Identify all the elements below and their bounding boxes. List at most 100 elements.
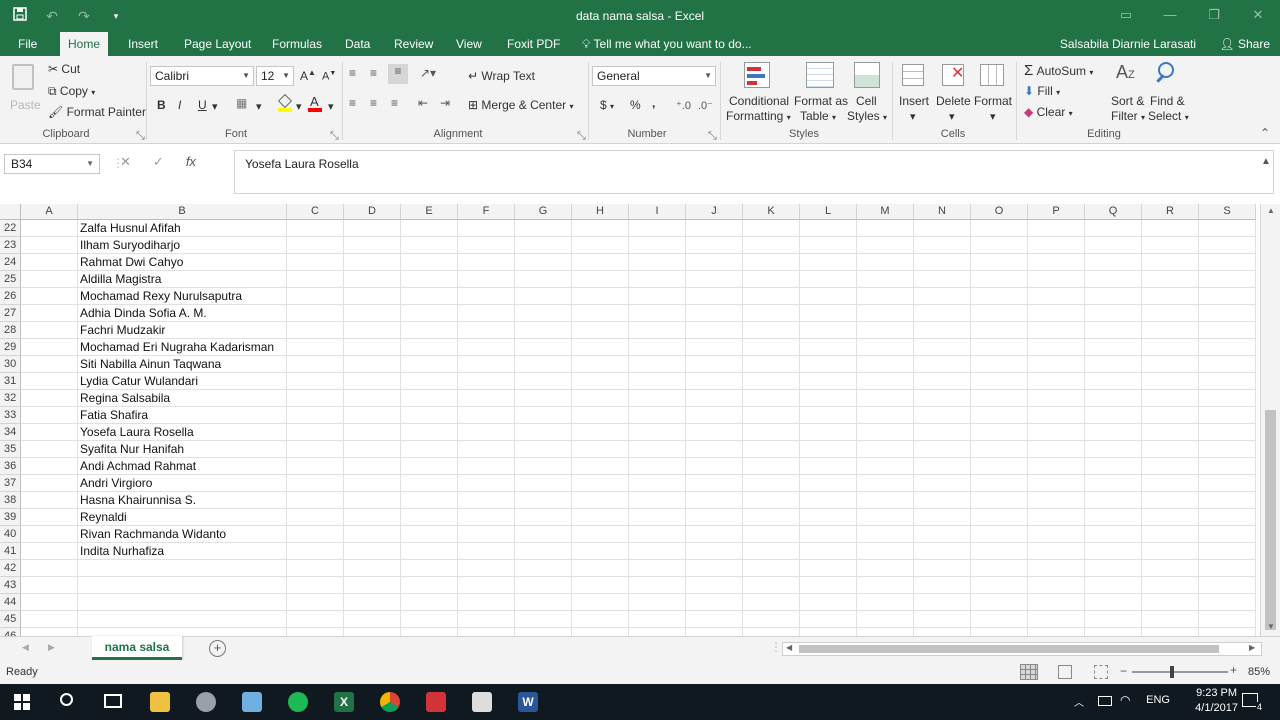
grid-cell[interactable] bbox=[800, 628, 857, 636]
delete-cells-button[interactable]: ✕ Delete ▾ bbox=[934, 60, 972, 124]
grid-cell[interactable] bbox=[800, 254, 857, 271]
grid-cell[interactable] bbox=[401, 628, 458, 636]
select-all-corner[interactable] bbox=[0, 204, 21, 220]
orientation-icon[interactable]: ↗▾ bbox=[420, 66, 436, 80]
grid-cell[interactable] bbox=[857, 509, 914, 526]
grid-cell[interactable] bbox=[515, 322, 572, 339]
name-box[interactable]: B34 ▼ bbox=[4, 154, 100, 174]
grid-cell[interactable] bbox=[1142, 543, 1199, 560]
grid-cell[interactable] bbox=[287, 526, 344, 543]
page-break-view-icon[interactable] bbox=[1094, 665, 1108, 679]
grid-cell[interactable] bbox=[287, 305, 344, 322]
grid-cell[interactable] bbox=[344, 237, 401, 254]
column-header-c[interactable]: C bbox=[287, 204, 344, 220]
grid-cell[interactable] bbox=[1028, 237, 1085, 254]
name-cell[interactable]: Regina Salsabila bbox=[78, 390, 287, 407]
grid-cell[interactable] bbox=[743, 271, 800, 288]
grid-cell[interactable] bbox=[629, 424, 686, 441]
grid-cell[interactable] bbox=[629, 594, 686, 611]
name-cell[interactable]: Siti Nabilla Ainun Taqwana bbox=[78, 356, 287, 373]
borders-icon[interactable]: ▦ bbox=[236, 96, 247, 110]
grid-cell[interactable] bbox=[515, 526, 572, 543]
grid-cell[interactable] bbox=[21, 424, 78, 441]
grid-cell[interactable] bbox=[857, 458, 914, 475]
grid-cell[interactable] bbox=[914, 407, 971, 424]
grid-cell[interactable] bbox=[971, 305, 1028, 322]
grid-cell[interactable] bbox=[914, 475, 971, 492]
name-cell[interactable] bbox=[78, 594, 287, 611]
grid-cell[interactable] bbox=[686, 594, 743, 611]
grid-cell[interactable] bbox=[629, 305, 686, 322]
clear-button[interactable]: ◆ Clear ▾ bbox=[1024, 105, 1073, 119]
grid-cell[interactable] bbox=[914, 322, 971, 339]
grid-cell[interactable] bbox=[1028, 611, 1085, 628]
grid-cell[interactable] bbox=[1085, 611, 1142, 628]
grid-cell[interactable] bbox=[914, 271, 971, 288]
grid-cell[interactable] bbox=[1085, 560, 1142, 577]
alignment-launcher-icon[interactable]: ⤡ bbox=[577, 130, 586, 143]
grid-cell[interactable] bbox=[1142, 475, 1199, 492]
grid-cell[interactable] bbox=[686, 271, 743, 288]
grid-cell[interactable] bbox=[1085, 475, 1142, 492]
grid-cell[interactable] bbox=[572, 254, 629, 271]
tray-chevron-up-icon[interactable]: ︿ bbox=[1074, 694, 1084, 709]
name-cell[interactable]: Rivan Rachmanda Widanto bbox=[78, 526, 287, 543]
grid-cell[interactable] bbox=[686, 305, 743, 322]
find-select-button[interactable]: Find & Select ▾ bbox=[1148, 60, 1192, 124]
grid-cell[interactable] bbox=[1142, 509, 1199, 526]
grid-cell[interactable] bbox=[629, 611, 686, 628]
grid-cell[interactable] bbox=[914, 526, 971, 543]
grid-cell[interactable] bbox=[857, 628, 914, 636]
row-header[interactable]: 37 bbox=[0, 475, 21, 492]
grid-cell[interactable] bbox=[401, 441, 458, 458]
grid-cell[interactable] bbox=[401, 305, 458, 322]
grid-cell[interactable] bbox=[1028, 594, 1085, 611]
insert-cells-button[interactable]: Insert ▾ bbox=[896, 60, 932, 124]
grid-cell[interactable] bbox=[629, 356, 686, 373]
grid-cell[interactable] bbox=[857, 407, 914, 424]
grid-cell[interactable] bbox=[458, 254, 515, 271]
grid-cell[interactable] bbox=[914, 509, 971, 526]
grid-cell[interactable] bbox=[857, 492, 914, 509]
grid-cell[interactable] bbox=[515, 543, 572, 560]
grid-cell[interactable] bbox=[686, 526, 743, 543]
grid-cell[interactable] bbox=[1199, 628, 1256, 636]
grid-cell[interactable] bbox=[800, 322, 857, 339]
battery-icon[interactable] bbox=[1098, 696, 1112, 706]
sort-filter-button[interactable]: AZ Sort & Filter ▾ bbox=[1106, 60, 1150, 124]
grid-cell[interactable] bbox=[1085, 271, 1142, 288]
grid-cell[interactable] bbox=[971, 288, 1028, 305]
grid-cell[interactable] bbox=[21, 373, 78, 390]
grid-cell[interactable] bbox=[21, 543, 78, 560]
horizontal-scroll-thumb[interactable] bbox=[799, 645, 1219, 653]
grid-cell[interactable] bbox=[572, 237, 629, 254]
grid-cell[interactable] bbox=[914, 254, 971, 271]
grid-cell[interactable] bbox=[344, 322, 401, 339]
grid-cell[interactable] bbox=[515, 254, 572, 271]
grid-cell[interactable] bbox=[287, 373, 344, 390]
grid-cell[interactable] bbox=[857, 424, 914, 441]
prev-sheet-icon[interactable]: ◀ bbox=[22, 642, 29, 653]
grid-cell[interactable] bbox=[1085, 305, 1142, 322]
row-header[interactable]: 23 bbox=[0, 237, 21, 254]
name-cell[interactable]: Fachri Mudzakir bbox=[78, 322, 287, 339]
name-cell[interactable] bbox=[78, 611, 287, 628]
comma-button[interactable]: , bbox=[652, 96, 655, 110]
grid-cell[interactable] bbox=[572, 458, 629, 475]
grid-cell[interactable] bbox=[1028, 407, 1085, 424]
grid-cell[interactable] bbox=[572, 339, 629, 356]
wifi-icon[interactable]: ◠ bbox=[1120, 693, 1130, 707]
italic-button[interactable]: I bbox=[178, 98, 181, 112]
grid-cell[interactable] bbox=[401, 458, 458, 475]
grid-cell[interactable] bbox=[344, 594, 401, 611]
grid-cell[interactable] bbox=[629, 441, 686, 458]
grid-cell[interactable] bbox=[686, 543, 743, 560]
grid-cell[interactable] bbox=[1142, 628, 1199, 636]
grid-cell[interactable] bbox=[1199, 611, 1256, 628]
grid-cell[interactable] bbox=[515, 441, 572, 458]
grid-cell[interactable] bbox=[857, 577, 914, 594]
grid-cell[interactable] bbox=[800, 611, 857, 628]
chevron-down-icon[interactable]: ▾ bbox=[212, 100, 218, 113]
grid-cell[interactable] bbox=[21, 356, 78, 373]
grid-cell[interactable] bbox=[515, 237, 572, 254]
